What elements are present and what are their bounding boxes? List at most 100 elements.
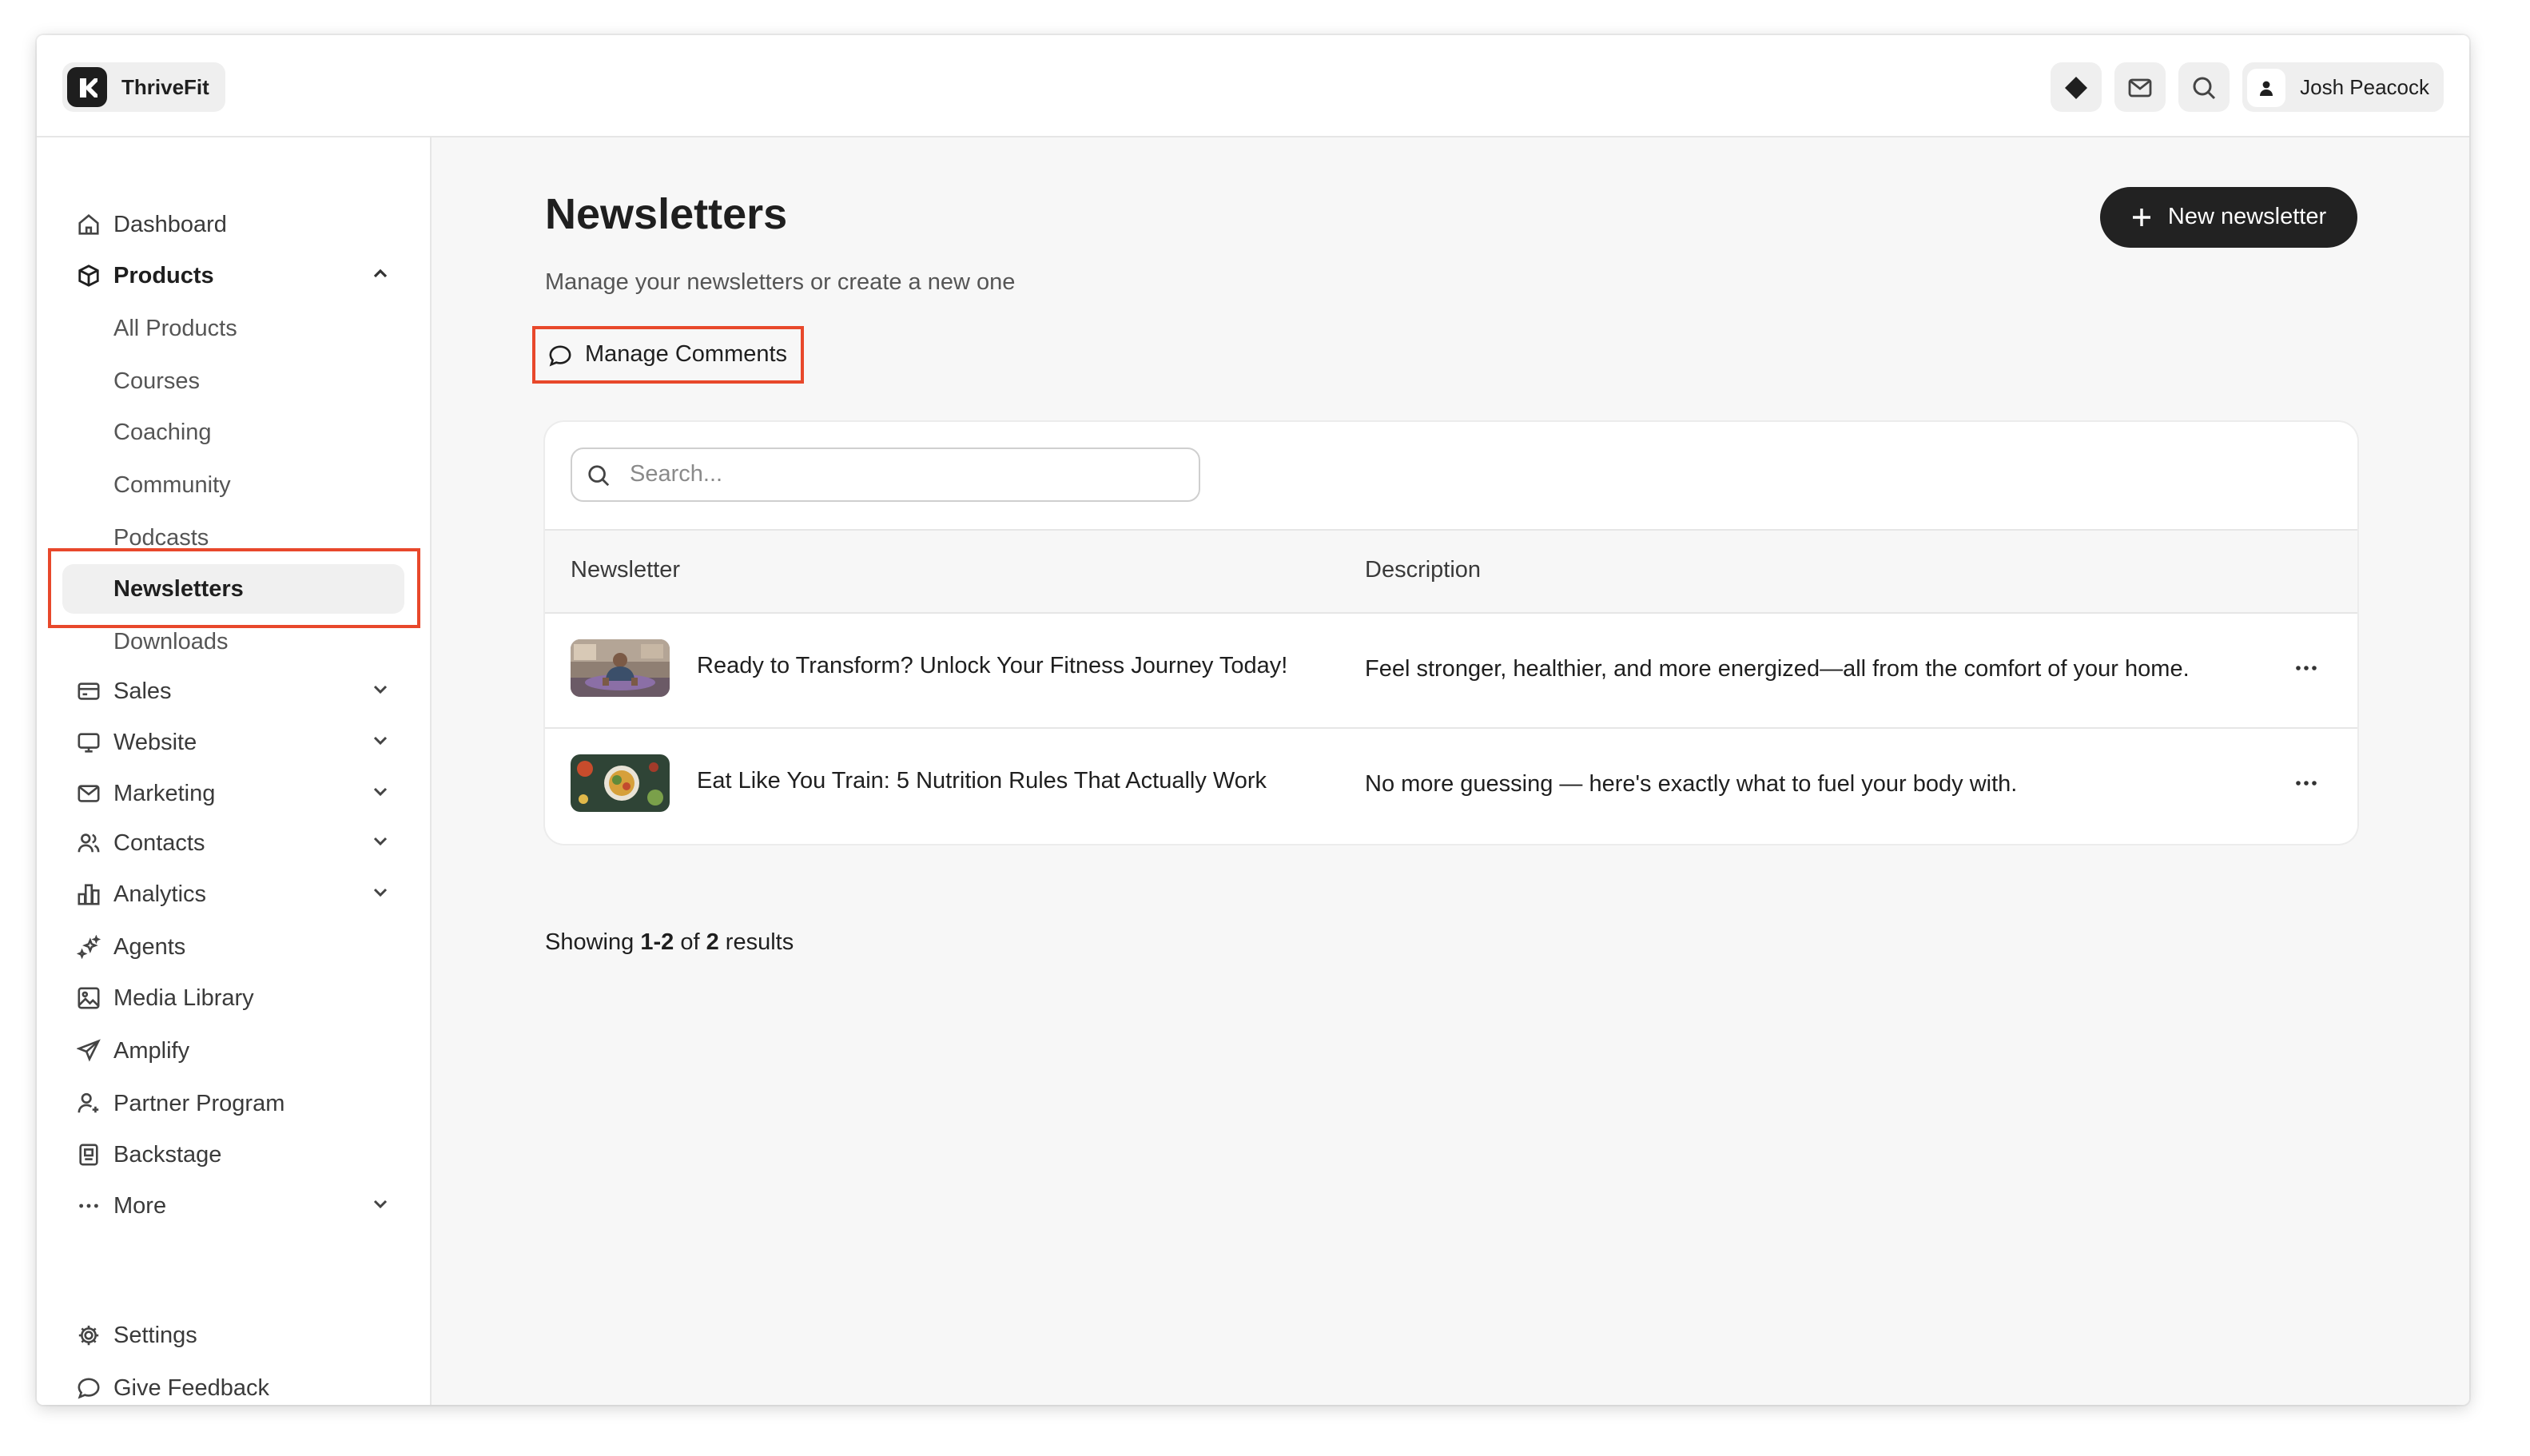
sidebar-item-backstage[interactable]: Backstage xyxy=(62,1130,406,1180)
chevron-down-icon xyxy=(373,685,388,694)
results-range: 1-2 xyxy=(640,930,674,956)
card-icon xyxy=(75,678,101,704)
inbox-button[interactable] xyxy=(2114,62,2166,112)
results-total: 2 xyxy=(706,930,719,956)
chevron-up-icon xyxy=(373,269,388,278)
sidebar-subitem-community[interactable]: Community xyxy=(62,460,404,510)
chevron-down-icon xyxy=(373,837,388,846)
bar-chart-icon xyxy=(75,881,101,907)
sidebar-item-marketing[interactable]: Marketing xyxy=(62,769,406,818)
sidebar-item-label: Agents xyxy=(113,934,186,960)
sidebar-item-agents[interactable]: Agents xyxy=(62,922,406,972)
partner-icon xyxy=(75,1091,101,1116)
page-subtitle: Manage your newsletters or create a new … xyxy=(545,270,1016,296)
brand-name: ThriveFit xyxy=(121,75,209,99)
comment-icon xyxy=(549,344,571,366)
sidebar-item-label: Website xyxy=(113,730,197,755)
sidebar-subitem-all-products[interactable]: All Products xyxy=(62,304,404,353)
brand-logo-icon xyxy=(67,67,107,107)
sidebar-item-label: Backstage xyxy=(113,1142,222,1168)
newsletter-description: Feel stronger, healthier, and more energ… xyxy=(1365,657,2190,682)
diamond-icon xyxy=(2065,76,2088,98)
user-icon xyxy=(2260,80,2273,95)
top-bar: ThriveFit Josh Peacock xyxy=(37,35,2469,137)
sidebar-item-give-feedback[interactable]: Give Feedback xyxy=(62,1363,406,1405)
new-newsletter-button[interactable]: New newsletter xyxy=(2100,187,2357,248)
sidebar-subitem-downloads[interactable]: Downloads xyxy=(62,617,404,666)
manage-comments-label: Manage Comments xyxy=(585,342,788,368)
send-icon xyxy=(75,1038,101,1064)
sidebar-item-label: Partner Program xyxy=(113,1091,285,1116)
sidebar-item-label: Give Feedback xyxy=(113,1375,270,1401)
users-icon xyxy=(75,830,101,856)
sidebar-item-more[interactable]: More xyxy=(62,1181,406,1231)
sidebar-item-label: More xyxy=(113,1193,167,1219)
search-button[interactable] xyxy=(2178,62,2230,112)
chevron-down-icon xyxy=(373,736,388,746)
sidebar: Dashboard Products All Products Courses … xyxy=(37,137,432,1405)
sidebar-item-products[interactable]: Products xyxy=(62,251,406,300)
app-window: ThriveFit Josh Peacock Dashboard Product… xyxy=(37,35,2469,1405)
newsletter-title[interactable]: Ready to Transform? Unlock Your Fitness … xyxy=(697,654,1287,679)
chat-icon xyxy=(75,1375,101,1401)
more-horizontal-icon xyxy=(2296,666,2317,670)
table-row[interactable]: Ready to Transform? Unlock Your Fitness … xyxy=(545,614,2357,729)
row-actions-button[interactable] xyxy=(2293,770,2319,796)
sidebar-item-media-library[interactable]: Media Library xyxy=(62,973,406,1023)
plus-icon xyxy=(2133,209,2151,226)
page-title: Newsletters xyxy=(545,190,788,238)
sidebar-item-dashboard[interactable]: Dashboard xyxy=(62,200,406,249)
sidebar-item-partner-program[interactable]: Partner Program xyxy=(62,1079,406,1128)
sidebar-item-label: Analytics xyxy=(113,881,207,907)
chevron-down-icon xyxy=(373,888,388,897)
brand-switcher[interactable]: ThriveFit xyxy=(62,62,225,112)
diamond-button[interactable] xyxy=(2051,62,2102,112)
more-horizontal-icon xyxy=(2296,781,2317,786)
backstage-icon xyxy=(75,1142,101,1168)
monitor-icon xyxy=(75,730,101,755)
sidebar-item-amplify[interactable]: Amplify xyxy=(62,1026,406,1076)
row-actions-button[interactable] xyxy=(2293,655,2319,681)
sidebar-item-sales[interactable]: Sales xyxy=(62,666,406,716)
sidebar-item-website[interactable]: Website xyxy=(62,718,406,767)
sidebar-item-label: Contacts xyxy=(113,830,205,856)
table-row[interactable]: Eat Like You Train: 5 Nutrition Rules Th… xyxy=(545,729,2357,844)
results-summary: Showing 1-2 of 2 results xyxy=(545,930,794,956)
more-icon xyxy=(75,1193,101,1219)
sidebar-item-analytics[interactable]: Analytics xyxy=(62,869,406,919)
sidebar-item-settings[interactable]: Settings xyxy=(62,1311,406,1360)
newsletter-thumbnail xyxy=(571,754,670,812)
mail-icon xyxy=(2128,78,2152,97)
user-menu-button[interactable]: Josh Peacock xyxy=(2242,62,2444,112)
results-suffix: results xyxy=(725,930,794,956)
new-newsletter-label: New newsletter xyxy=(2167,205,2327,230)
search-icon xyxy=(2193,76,2216,99)
user-name: Josh Peacock xyxy=(2300,75,2429,99)
results-prefix: Showing xyxy=(545,930,634,956)
avatar xyxy=(2247,68,2286,106)
table-header: Newsletter Description xyxy=(545,529,2357,614)
newsletter-title[interactable]: Eat Like You Train: 5 Nutrition Rules Th… xyxy=(697,769,1267,794)
sidebar-item-label: Media Library xyxy=(113,985,254,1011)
highlight-newsletters xyxy=(48,548,420,628)
sidebar-item-contacts[interactable]: Contacts xyxy=(62,818,406,868)
newsletter-description: No more guessing — here's exactly what t… xyxy=(1365,772,2018,798)
sidebar-item-label: Amplify xyxy=(113,1038,190,1064)
chevron-down-icon xyxy=(373,1199,388,1209)
sidebar-item-label: Marketing xyxy=(113,781,216,806)
mail-icon xyxy=(75,781,101,806)
sparkles-icon xyxy=(75,934,101,960)
sidebar-subitem-coaching[interactable]: Coaching xyxy=(62,408,404,457)
sidebar-subitem-courses[interactable]: Courses xyxy=(62,356,404,406)
newsletter-thumbnail xyxy=(571,639,670,697)
home-icon xyxy=(75,212,101,237)
search-box[interactable] xyxy=(571,448,1200,502)
sidebar-item-label: Dashboard xyxy=(113,212,227,237)
column-header-description: Description xyxy=(1365,558,1482,583)
manage-comments-button[interactable]: Manage Comments xyxy=(532,326,804,384)
gear-icon xyxy=(75,1323,101,1348)
sidebar-item-label: Products xyxy=(113,263,214,288)
search-input[interactable] xyxy=(627,460,1160,489)
main-content: Newsletters Manage your newsletters or c… xyxy=(432,137,2469,1405)
image-icon xyxy=(75,985,101,1011)
